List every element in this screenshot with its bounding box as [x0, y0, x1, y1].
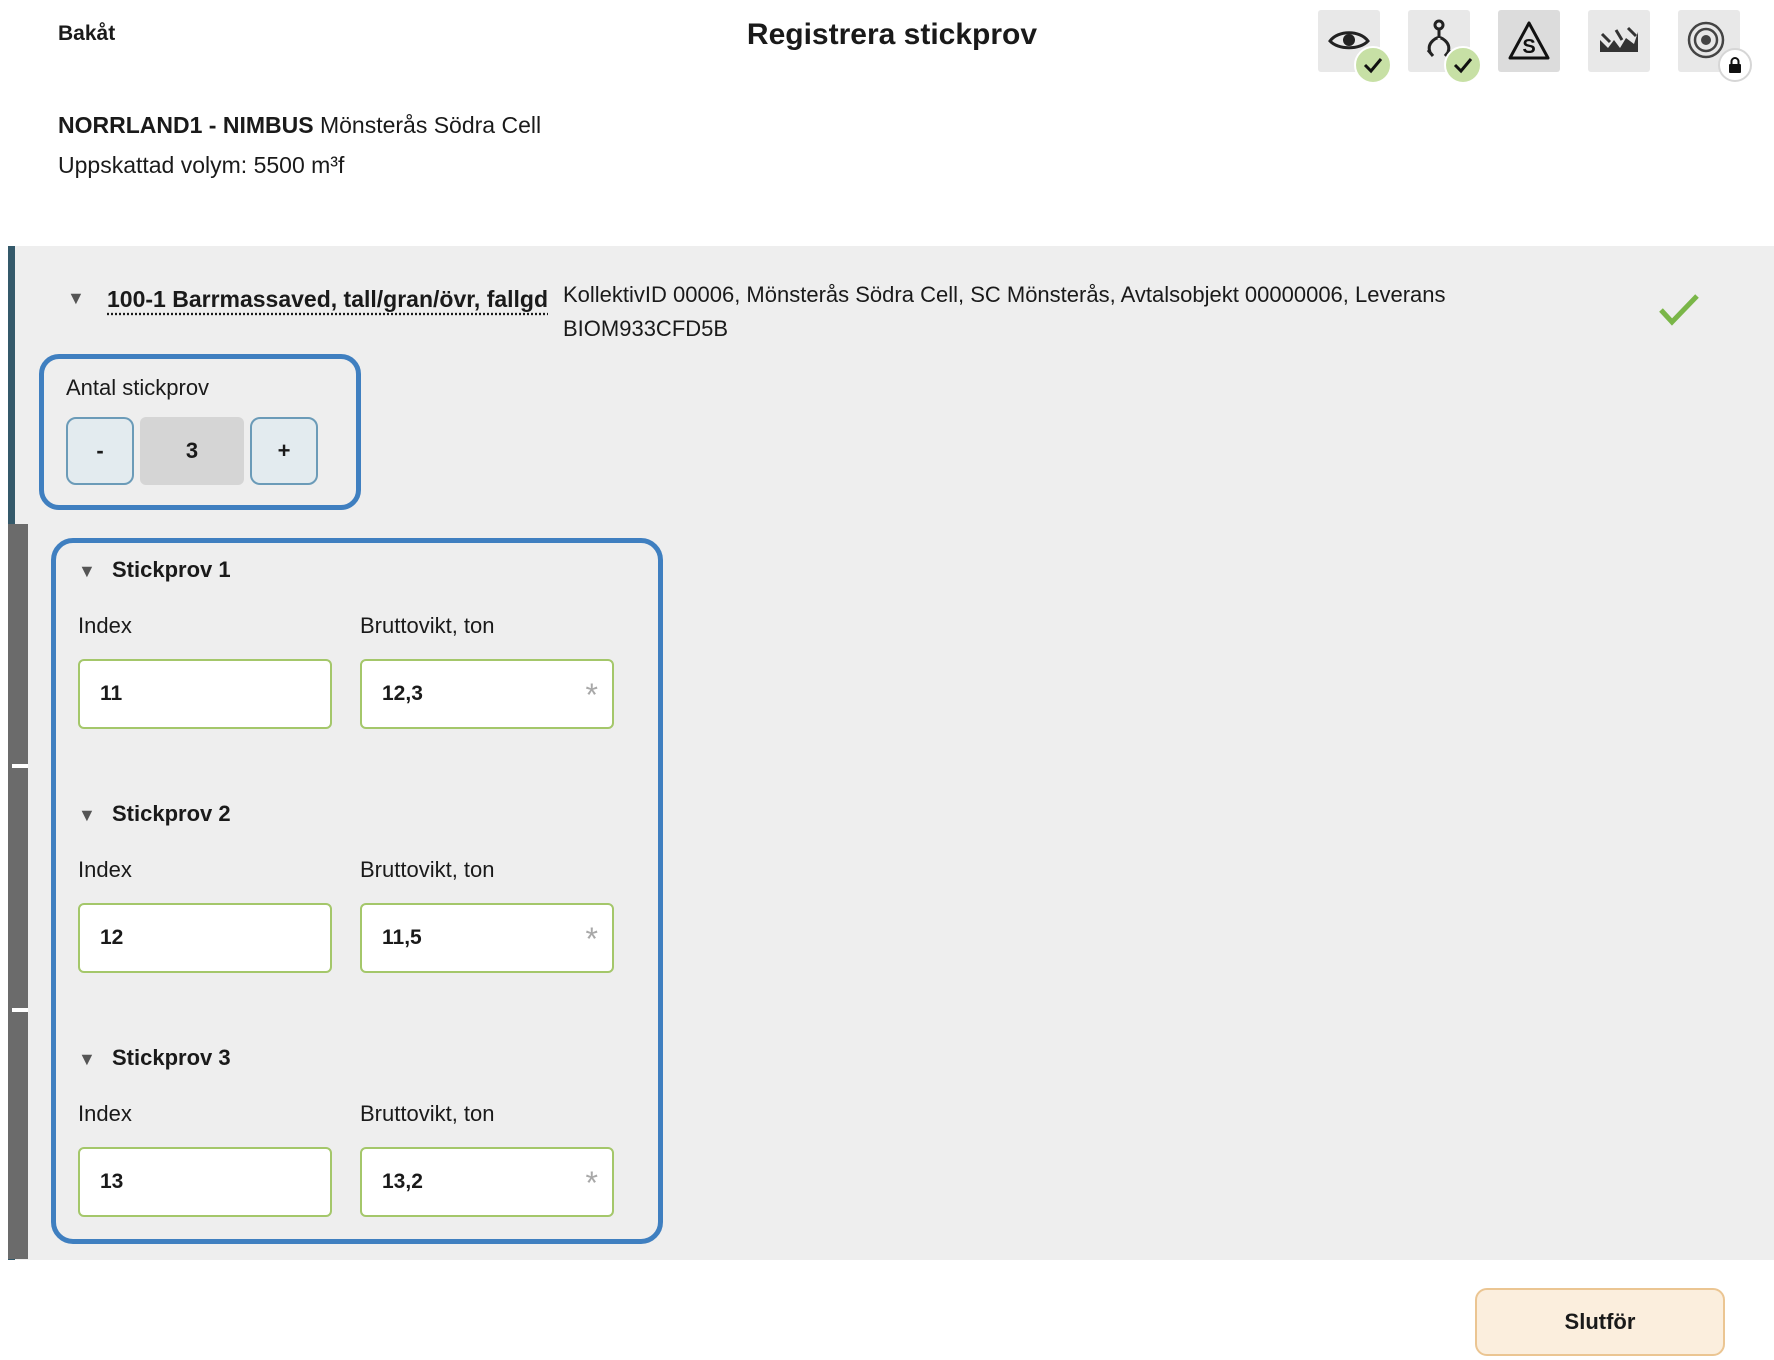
sample-title: Stickprov 3: [112, 1045, 231, 1071]
index-value: 13: [100, 1170, 123, 1194]
sample-title: Stickprov 2: [112, 801, 231, 827]
index-label: Index: [78, 613, 132, 639]
workflow-toolbar: S: [1318, 10, 1768, 72]
index-value: 11: [100, 682, 122, 706]
order-customer: Mönsterås Södra Cell: [320, 112, 541, 138]
finish-button[interactable]: Slutför: [1475, 1288, 1725, 1356]
sample-card: ▼ Stickprov 3 Index Bruttovikt, ton 13 1…: [78, 1045, 638, 1225]
assortment-info-line: BIOM933CFD5B: [563, 312, 1513, 346]
order-code: NORRLAND1 - NIMBUS: [58, 112, 314, 138]
gross-weight-label: Bruttovikt, ton: [360, 857, 495, 883]
timber-truck-icon: [1596, 18, 1642, 64]
collapse-caret-icon[interactable]: ▼: [78, 561, 96, 582]
lock-badge-icon: [1718, 48, 1752, 82]
svg-text:S: S: [1522, 36, 1535, 58]
gross-weight-value: 13,2: [382, 1170, 423, 1194]
gross-weight-label: Bruttovikt, ton: [360, 613, 495, 639]
gross-weight-value: 12,3: [382, 682, 423, 706]
assortment-info-line: KollektivID 00006, Mönsterås Södra Cell,…: [563, 278, 1513, 312]
sample-count-label: Antal stickprov: [66, 375, 209, 401]
sample-count-stepper: - 3 +: [66, 417, 318, 485]
index-value: 12: [100, 926, 123, 950]
index-input[interactable]: 12: [78, 903, 332, 973]
index-input[interactable]: 13: [78, 1147, 332, 1217]
sample-count-group: Antal stickprov - 3 +: [39, 354, 361, 510]
assortment-panel: ▼ 100-1 Barrmassaved, tall/gran/övr, fal…: [8, 246, 1774, 1260]
inspect-tool-button[interactable]: [1318, 10, 1380, 72]
check-icon: [1657, 292, 1701, 328]
sample-divider: [12, 764, 28, 768]
required-asterisk-icon: *: [586, 677, 598, 714]
increment-button[interactable]: +: [250, 417, 318, 485]
transport-tool-button[interactable]: [1588, 10, 1650, 72]
sample-triangle-icon: S: [1506, 18, 1552, 64]
required-asterisk-icon: *: [586, 921, 598, 958]
samples-group: ▼ Stickprov 1 Index Bruttovikt, ton 11 1…: [51, 538, 663, 1244]
check-badge-icon: [1444, 46, 1482, 84]
assortment-info: KollektivID 00006, Mönsterås Södra Cell,…: [563, 278, 1513, 346]
required-asterisk-icon: *: [586, 1165, 598, 1202]
gross-weight-input[interactable]: 11,5 *: [360, 903, 614, 973]
measurement-tool-button[interactable]: [1678, 10, 1740, 72]
collapse-caret-icon[interactable]: ▼: [78, 1049, 96, 1070]
assortment-name[interactable]: 100-1 Barrmassaved, tall/gran/övr, fallg…: [107, 286, 548, 313]
sample-tool-button[interactable]: S: [1498, 10, 1560, 72]
check-badge-icon: [1354, 46, 1392, 84]
gross-weight-value: 11,5: [382, 926, 422, 950]
index-label: Index: [78, 1101, 132, 1127]
order-title: NORRLAND1 - NIMBUS Mönsterås Södra Cell: [58, 112, 541, 139]
index-label: Index: [78, 857, 132, 883]
sample-title: Stickprov 1: [112, 557, 231, 583]
gross-weight-input[interactable]: 13,2 *: [360, 1147, 614, 1217]
sample-count-value: 3: [140, 417, 244, 485]
index-input[interactable]: 11: [78, 659, 332, 729]
gross-weight-label: Bruttovikt, ton: [360, 1101, 495, 1127]
collapse-caret-icon[interactable]: ▼: [78, 805, 96, 826]
estimated-volume: Uppskattad volym: 5500 m³f: [58, 152, 344, 179]
loading-tool-button[interactable]: [1408, 10, 1470, 72]
gross-weight-input[interactable]: 12,3 *: [360, 659, 614, 729]
collapse-caret-icon[interactable]: ▼: [67, 288, 85, 309]
decrement-button[interactable]: -: [66, 417, 134, 485]
sample-card: ▼ Stickprov 1 Index Bruttovikt, ton 11 1…: [78, 557, 638, 737]
sample-card: ▼ Stickprov 2 Index Bruttovikt, ton 12 1…: [78, 801, 638, 981]
samples-indicator-bar: [8, 524, 28, 1259]
sample-divider: [12, 1008, 28, 1012]
